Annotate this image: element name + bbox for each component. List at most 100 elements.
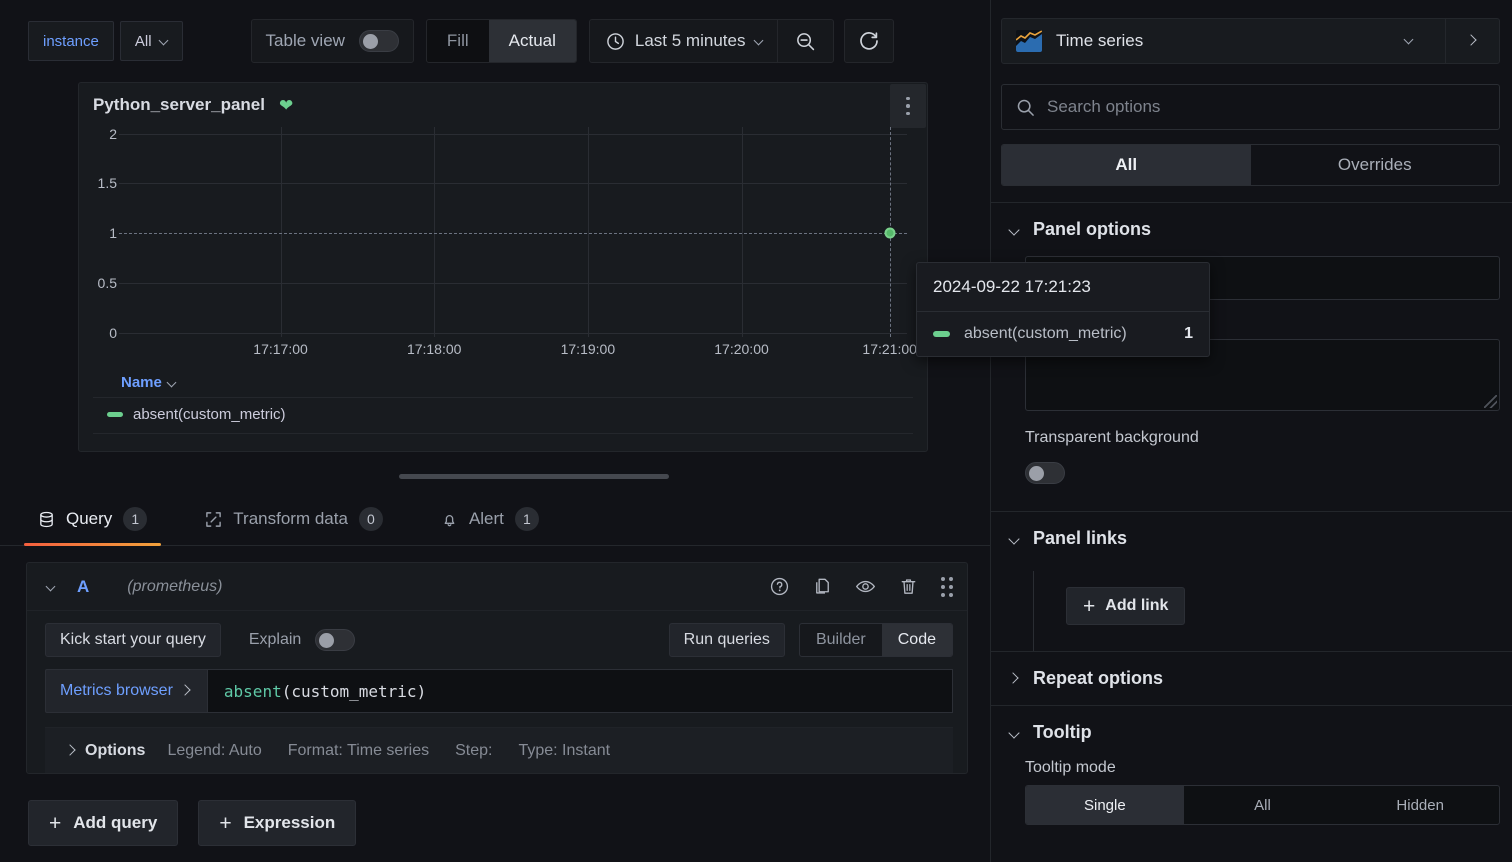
actual-option[interactable]: Actual: [489, 20, 576, 62]
builder-code-segmented-control[interactable]: Builder Code: [799, 623, 953, 657]
tooltip-timestamp: 2024-09-22 17:21:23: [917, 263, 1209, 312]
variable-name-label: instance: [29, 22, 113, 60]
tooltip-header[interactable]: Tooltip: [991, 706, 1512, 759]
explain-label: Explain: [249, 631, 301, 649]
viz-picker-button[interactable]: Time series: [1002, 30, 1445, 52]
trash-icon[interactable]: [898, 576, 919, 597]
option-type: Type: Instant: [518, 742, 610, 760]
transparent-background-field: Transparent background: [991, 411, 1512, 489]
zoom-out-icon: [795, 31, 816, 52]
builder-option[interactable]: Builder: [800, 624, 882, 656]
visualization-picker[interactable]: Time series: [1001, 18, 1500, 64]
y-axis: 2 1.5 1 0.5 0: [79, 127, 117, 337]
collapse-options-pane-button[interactable]: [1445, 19, 1499, 63]
legend-item[interactable]: absent(custom_metric): [93, 398, 913, 434]
explain-toggle[interactable]: [315, 629, 355, 651]
table-view-label: Table view: [266, 31, 345, 51]
y-tick: 0: [109, 325, 117, 341]
query-ref-id[interactable]: A: [77, 577, 89, 597]
panel-options-header[interactable]: Panel options: [991, 203, 1512, 256]
tab-all[interactable]: All: [1002, 145, 1251, 185]
tab-query[interactable]: Query 1: [38, 507, 169, 545]
tooltip-mode-single[interactable]: Single: [1026, 786, 1184, 824]
table-view-control[interactable]: Table view: [251, 19, 414, 63]
repeat-options-title: Repeat options: [1033, 668, 1163, 689]
template-variable-instance[interactable]: instance: [28, 21, 114, 61]
kick-start-query-button[interactable]: Kick start your query: [45, 623, 221, 657]
chevron-right-icon: [1467, 35, 1479, 47]
legend-sort-header[interactable]: Name: [93, 374, 913, 398]
tooltip-mode-hidden[interactable]: Hidden: [1341, 786, 1499, 824]
heart-icon: ❤: [279, 97, 293, 114]
explain-control[interactable]: Explain: [249, 629, 355, 651]
add-link-button[interactable]: + Add link: [1066, 587, 1185, 625]
panel-links-title: Panel links: [1033, 528, 1127, 549]
query-options-row[interactable]: Options Legend: Auto Format: Time series…: [45, 727, 953, 773]
panel-menu-button[interactable]: [890, 84, 926, 128]
query-row-actions: [769, 576, 953, 597]
tooltip-mode-radio-group[interactable]: Single All Hidden: [1025, 785, 1500, 825]
plot-area[interactable]: [119, 127, 907, 337]
add-expression-button[interactable]: + Expression: [198, 800, 356, 846]
section-repeat-options: Repeat options: [991, 651, 1512, 705]
code-option[interactable]: Code: [882, 624, 952, 656]
tab-overrides[interactable]: Overrides: [1251, 145, 1500, 185]
panel-links-body: + Add link: [1033, 571, 1512, 651]
time-series-icon: [1016, 30, 1042, 52]
variable-value-dropdown[interactable]: All: [120, 21, 183, 61]
eye-icon[interactable]: [855, 576, 876, 597]
y-tick: 1.5: [98, 175, 117, 191]
fill-option[interactable]: Fill: [427, 20, 489, 62]
panel-editor: instance All Table view Fill Actual: [0, 0, 1512, 862]
option-step: Step:: [455, 742, 492, 760]
panel-links-header[interactable]: Panel links: [991, 512, 1512, 565]
section-panel-links: Panel links + Add link: [991, 511, 1512, 651]
tooltip-mode-all[interactable]: All: [1184, 786, 1342, 824]
chevron-right-icon: [1009, 673, 1021, 685]
query-collapse-toggle[interactable]: [39, 582, 65, 592]
chevron-down-icon[interactable]: [1389, 32, 1431, 50]
chevron-down-icon: [168, 378, 178, 388]
zoom-out-button[interactable]: [777, 20, 833, 62]
tab-alert[interactable]: Alert 1: [441, 507, 561, 545]
y-tick: 0.5: [98, 275, 117, 291]
table-view-toggle[interactable]: [359, 30, 399, 52]
promql-editor: Metrics browser absent(custom_metric): [27, 669, 967, 713]
editor-left-column: instance All Table view Fill Actual: [0, 0, 990, 862]
search-options-input[interactable]: Search options: [1001, 84, 1500, 130]
panel-options-title: Panel options: [1033, 219, 1151, 240]
tooltip-mode-field: Tooltip mode: [991, 759, 1512, 777]
refresh-button[interactable]: [844, 19, 894, 63]
promql-function-token: absent: [224, 682, 282, 701]
database-icon: [38, 511, 55, 528]
x-tick: 17:18:00: [407, 341, 462, 357]
time-range-picker[interactable]: Last 5 minutes: [589, 19, 835, 63]
drag-handle-icon[interactable]: [941, 577, 953, 597]
time-range-button[interactable]: Last 5 minutes: [590, 20, 778, 62]
add-query-button[interactable]: + Add query: [28, 800, 178, 846]
chevron-down-icon: [47, 582, 57, 592]
run-queries-button[interactable]: Run queries: [669, 623, 785, 657]
data-point[interactable]: [884, 228, 895, 239]
options-expand-toggle[interactable]: [59, 745, 85, 757]
repeat-options-header[interactable]: Repeat options: [991, 652, 1512, 705]
chevron-down-icon: [755, 36, 765, 46]
fill-actual-segmented-control[interactable]: Fill Actual: [426, 19, 577, 63]
options-pane: Time series Search options All Overrides: [990, 0, 1512, 862]
y-tick: 2: [109, 126, 117, 142]
tab-transform-data[interactable]: Transform data 0: [205, 507, 405, 545]
textarea-resize-grabber[interactable]: [1484, 395, 1497, 408]
transparent-background-toggle[interactable]: [1025, 462, 1065, 484]
expression-label: Expression: [244, 813, 336, 833]
metrics-browser-button[interactable]: Metrics browser: [45, 669, 207, 713]
promql-code-input[interactable]: absent(custom_metric): [207, 669, 953, 713]
query-datasource-label: (prometheus): [127, 578, 222, 596]
section-tooltip: Tooltip Tooltip mode Single All Hidden: [991, 705, 1512, 825]
duplicate-icon[interactable]: [812, 576, 833, 597]
query-row-header: A (prometheus): [27, 563, 967, 611]
legend-color-swatch[interactable]: [107, 412, 123, 417]
chevron-down-icon: [1009, 533, 1021, 545]
x-axis: 17:17:00 17:18:00 17:19:00 17:20:00 17:2…: [119, 341, 907, 365]
help-icon[interactable]: [769, 576, 790, 597]
panel-resize-handle[interactable]: [399, 474, 669, 479]
